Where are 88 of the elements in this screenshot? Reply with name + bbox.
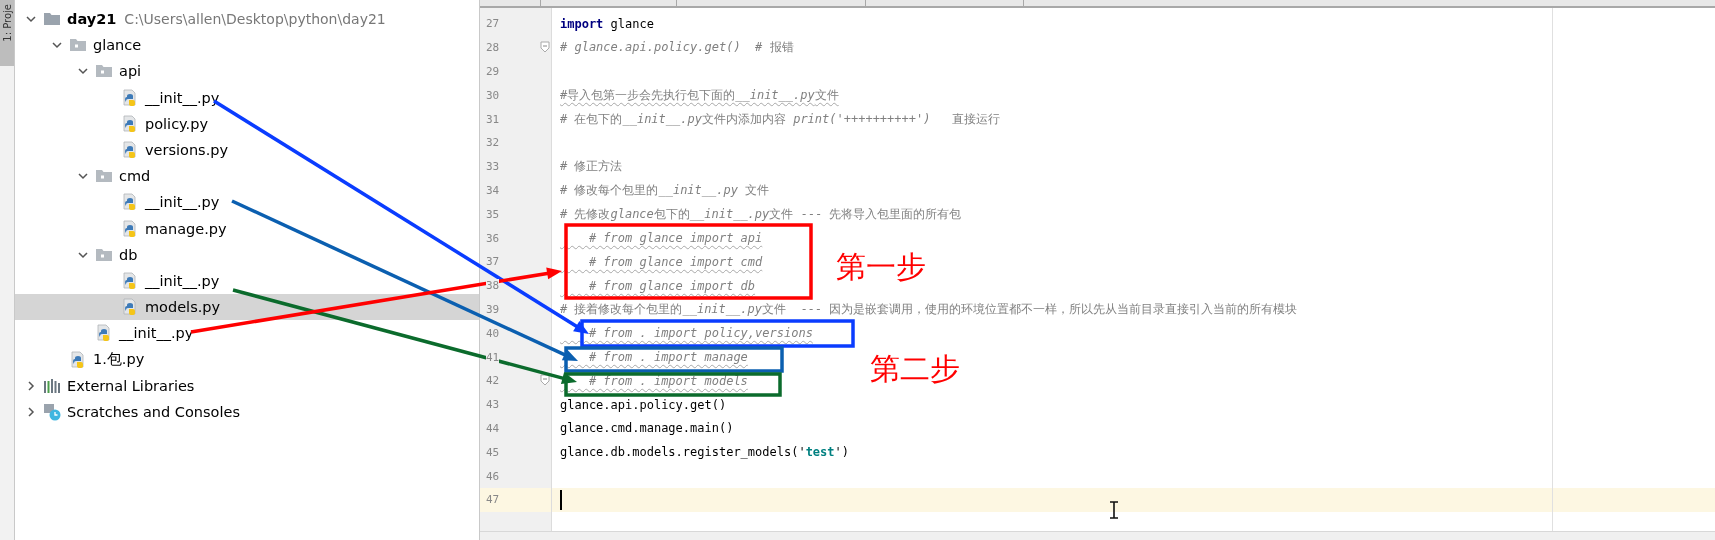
fold-marker-icon[interactable] (540, 373, 550, 386)
line-number: 39 (486, 302, 500, 316)
tree-item-label: policy.py (145, 115, 208, 132)
folder-icon (95, 168, 113, 185)
tree-item[interactable]: __init__.py (15, 84, 479, 111)
tree-item-label: day21 (67, 11, 117, 28)
code-line: glance.cmd.manage.main() (560, 421, 734, 436)
line-number: 35 (486, 207, 500, 221)
tree-item[interactable]: models.py (15, 294, 479, 321)
step-label: 第一步 (836, 250, 926, 283)
python-file-icon (121, 141, 139, 160)
code-line: #导入包第一步会先执行包下面的__init__.py文件 (560, 86, 839, 104)
tree-item-label: cmd (119, 168, 151, 185)
tree-item-label: __init__.py (145, 89, 220, 106)
folder-icon (43, 11, 61, 28)
tree-item-label: versions.py (145, 142, 229, 159)
code-line: glance.api.policy.get() (560, 397, 727, 412)
tree-item-label: __init__.py (145, 194, 220, 211)
scratches-clock-icon (43, 402, 61, 421)
tree-item[interactable]: policy.py (15, 110, 479, 137)
python-file-icon (121, 114, 139, 133)
step-label: 第二步 (870, 352, 960, 385)
tree-item-label: api (119, 63, 142, 80)
code-line: # from . import models (587, 373, 748, 388)
tree-item-label: External Libraries (67, 377, 195, 394)
line-number: 44 (486, 421, 500, 435)
python-file-icon (121, 219, 139, 238)
ibeam-cursor-icon (1109, 501, 1119, 519)
tree-item[interactable]: __init__.py (15, 267, 479, 295)
code-line: # from . import policy,versions (587, 326, 813, 341)
tree-item[interactable]: api (15, 58, 479, 85)
tree-item[interactable]: manage.py (15, 215, 479, 242)
line-number: 45 (486, 445, 500, 459)
line-number: 31 (486, 112, 500, 126)
code-line: # from . import manage (587, 350, 748, 365)
code-line: # 在包下的__init__.py文件内添加内容 print('++++++++++') 直接运行 (560, 110, 1001, 128)
line-number: 46 (486, 469, 500, 483)
tree-item[interactable]: db (15, 241, 479, 268)
folder-icon (69, 37, 87, 54)
tree-item[interactable]: __init__.py (15, 189, 479, 216)
tree-item[interactable]: External Libraries (15, 372, 479, 399)
tree-item-label: glance (93, 37, 142, 54)
tree-item[interactable]: Scratches and Consoles (15, 398, 479, 425)
chevron-right-icon[interactable] (25, 379, 37, 392)
folder-icon (95, 246, 113, 263)
tree-item[interactable]: cmd (15, 163, 479, 190)
project-path: C:\Users\allen\Desktop\python\day21 (124, 11, 386, 28)
fold-marker-icon[interactable] (540, 40, 550, 53)
line-number: 41 (486, 350, 500, 364)
horizontal-scrollbar[interactable] (480, 531, 1715, 540)
python-file-icon (121, 298, 139, 317)
library-bars-icon (43, 377, 61, 394)
code-line: # from glance import cmd (587, 254, 763, 269)
tree-item-label: Scratches and Consoles (67, 403, 240, 420)
code-line: import glance (560, 16, 654, 31)
code-line: # from glance import db (587, 278, 756, 293)
tree-item-label: __init__.py (119, 325, 194, 342)
line-number: 36 (486, 231, 500, 245)
python-file-icon (121, 193, 139, 212)
code-line: # from glance import api (587, 231, 763, 246)
tree-item-label: manage.py (145, 220, 227, 237)
code-line: # 接着修改每个包里的__init__.py文件 --- 因为是嵌套调用，使用的环境位置都不一样，所以先从当前目录直接引入当前的所有模块 (560, 300, 1298, 318)
tree-item-label: models.py (145, 299, 221, 316)
project-tool-tab[interactable]: 1: Proje (0, 0, 14, 66)
python-file-icon (95, 324, 113, 343)
tree-item-label: __init__.py (145, 272, 220, 289)
python-file-icon (121, 88, 139, 107)
code-line: # 修正方法 (560, 158, 623, 176)
line-number: 30 (486, 88, 500, 102)
tree-item[interactable]: glance (15, 32, 479, 59)
folder-icon (95, 63, 113, 80)
python-file-icon (121, 271, 139, 290)
tree-item[interactable]: day21 C:\Users\allen\Desktop\python\day21 (15, 6, 479, 33)
line-number: 34 (486, 183, 500, 197)
code-line: # 修改每个包里的__init__.py 文件 (560, 181, 770, 199)
tree-item-label: db (119, 246, 138, 263)
code-line: # glance.api.policy.get() # 报错 (560, 39, 794, 57)
code-line: # 先修改glance包下的__init__.py文件 --- 先将导入包里面的所有包 (560, 205, 962, 223)
tree-item[interactable]: 1.包.py (15, 346, 479, 373)
line-number: 29 (486, 65, 500, 78)
text-caret (560, 489, 562, 510)
tree-item[interactable]: versions.py (15, 136, 479, 164)
tree-item-label: 1.包.py (93, 350, 145, 370)
line-number: 40 (486, 326, 500, 340)
tree-item[interactable]: __init__.py (15, 320, 479, 347)
chevron-right-icon[interactable] (25, 405, 37, 418)
code-line: glance.db.models.register_models('test') (560, 445, 849, 460)
python-file-icon (69, 350, 87, 369)
